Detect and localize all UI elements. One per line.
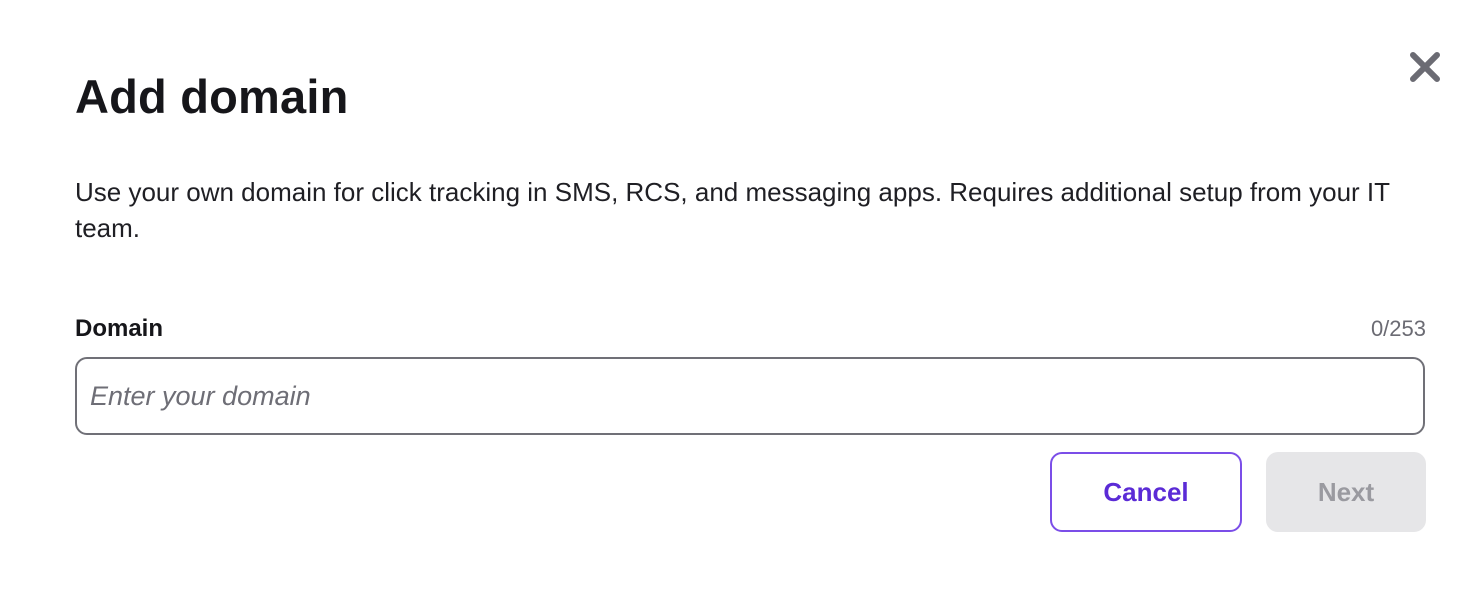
domain-field-label: Domain (75, 315, 164, 342)
next-button[interactable]: Next (1266, 452, 1426, 532)
cancel-button[interactable]: Cancel (1050, 452, 1242, 532)
close-icon (1410, 52, 1440, 82)
character-counter: 0/253 (1370, 316, 1426, 341)
dialog-description: Use your own domain for click tracking i… (75, 177, 1390, 243)
dialog-title: Add domain (75, 70, 349, 123)
close-button[interactable] (1404, 46, 1446, 88)
domain-input-wrapper (75, 357, 1425, 435)
add-domain-dialog: Add domain Use your own domain for click… (0, 0, 1484, 590)
domain-input[interactable] (77, 359, 1423, 433)
